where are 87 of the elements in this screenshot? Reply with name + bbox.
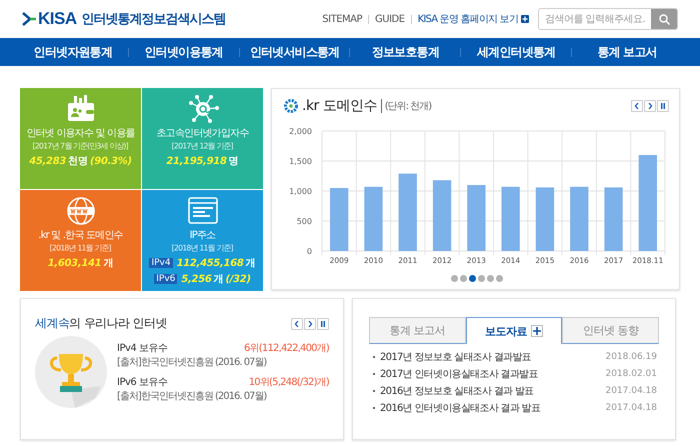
bar [467,185,486,251]
news-date: 2017.04.18 [605,403,657,413]
axis-label: 1,000 [289,187,312,196]
news-date: 2018.06.19 [605,352,657,362]
stat-unit: 개 [246,257,256,270]
tile-title: .kr 및 .한국 도메인수 [38,229,123,242]
stat-unit: 명 [228,155,239,168]
stat-value: 1,603,141 [48,258,102,268]
axis-label: 1,500 [289,157,312,166]
nav-item[interactable]: 인터넷자원통계 [18,44,128,60]
stat-value: (90.3%) [90,156,132,166]
news-date: 2018.02.01 [605,369,657,379]
nav-item[interactable]: 세계인터넷통계 [461,44,572,60]
bar [570,186,588,251]
chevron-left-icon [294,320,300,326]
chart-unit: (단위: 천개) [380,99,432,113]
logo-text: KISA [38,9,77,29]
pager-dot[interactable] [496,275,502,282]
chevron-right-icon [307,320,313,326]
plus-icon [521,15,529,23]
chevron-left-icon [634,103,640,109]
search-button[interactable] [651,9,677,29]
search-icon [658,14,670,24]
tile-title: IP주소 [190,229,216,242]
pause-button[interactable] [317,318,329,330]
nav-item[interactable]: 인터넷이용통계 [128,44,239,60]
bar [502,186,520,251]
stat-unit: 개 [103,257,114,270]
source-note: [출처]한국인터넷진흥원 (2016. 07월) [117,390,268,403]
news-link[interactable]: 2016년 인터넷이용실태조사 결과 발표 [380,401,600,415]
tab[interactable]: 보도자료 [466,317,562,344]
rank-value: 6위(112,422,400개) [244,342,329,355]
panel-title: 세계속의 우리나라 인터넷 [35,315,167,332]
logo-icon [22,12,36,26]
stat-value: (/32) [226,274,251,284]
pager-dot[interactable] [450,275,458,282]
news-link[interactable]: 2016년 정보보호 실태조사 결과 발표 [380,384,600,398]
nav-item[interactable]: 정보보호통계 [350,44,460,60]
gear-icon [284,99,298,113]
stat-unit: 개 [214,273,224,286]
home-link[interactable]: KISA 운영 홈페이지 보기 [418,12,529,26]
ip-badge: IPv6 [154,274,178,284]
axis-label: 2,000 [289,127,312,136]
ip-badge: IPv4 [149,258,173,268]
bar [604,187,623,251]
bar [432,180,452,251]
search-field[interactable]: 검색어를 입력해주세요. [538,8,678,30]
stat-value: 112,455,168 [176,258,244,268]
trophy-drawing [35,336,107,408]
pause-icon [660,103,666,109]
stat-value: 21,195,918 [166,156,227,166]
pause-button[interactable] [657,100,669,112]
pager-dot[interactable] [486,275,494,282]
stat-label: IPv4 보유수 [117,342,168,355]
tile-title: 인터넷 이용자수 및 이용률 [26,127,135,140]
previous-button[interactable] [291,318,303,330]
bar [536,187,554,251]
pause-icon [320,320,326,326]
stat-unit: 천명 [68,155,88,168]
pager-dot[interactable] [468,275,476,282]
pager-dot[interactable] [478,275,484,282]
stat-value: 5,256 [181,274,212,284]
bar [364,186,383,251]
chevron-right-icon [647,103,653,109]
tile-title: 초고속인터넷가입자수 [156,127,248,140]
next-button[interactable] [304,318,316,330]
stat-label: IPv6 보유수 [117,376,168,389]
chart-title: .kr 도메인수 [302,97,377,115]
stat-value: 45,283 [29,156,66,166]
news-link[interactable]: 2017년 정보보호 실태조사 결과발표 [380,350,600,364]
news-link[interactable]: 2017년 인터넷이용실태조사 결과발표 [380,367,600,381]
next-button[interactable] [644,100,656,112]
pager-dot[interactable] [460,275,466,282]
axis-label: 500 [296,217,312,226]
more-icon[interactable] [531,325,543,337]
previous-button[interactable] [631,100,643,112]
nav-item[interactable]: 인터넷서비스통계 [240,44,350,60]
browser-window-icon [186,196,220,226]
bar [330,188,348,251]
news-date: 2017.04.18 [605,386,657,396]
top-link[interactable]: GUIDE [375,14,405,24]
site-title: 인터넷통계정보검색시스템 [82,11,226,28]
axis-label: 0 [306,247,312,256]
top-link[interactable]: SITEMAP [322,14,362,24]
nav-item[interactable]: 통계 보고서 [572,44,682,60]
source-note: [출처]한국인터넷진흥원 (2016. 07월) [117,356,268,369]
rank-value: 10위(5,248(/32)개) [248,376,329,389]
